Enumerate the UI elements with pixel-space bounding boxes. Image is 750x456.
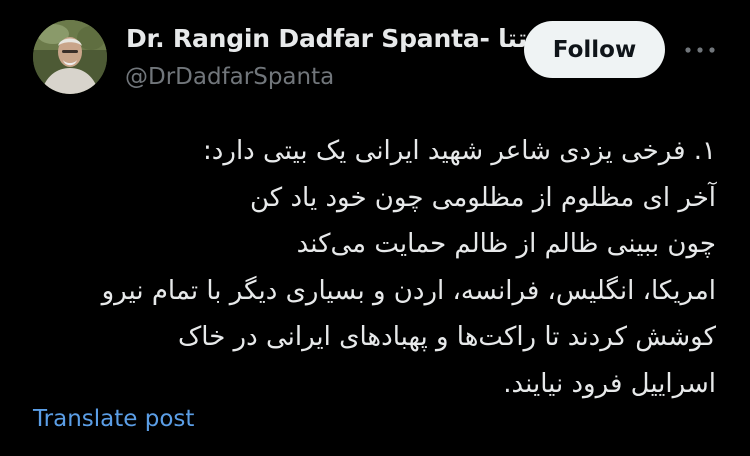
post-text-line: ۱. فرخی یزدی شاعر شهید ایرانی یک بیتی دا…: [203, 136, 716, 166]
follow-button[interactable]: Follow: [524, 21, 665, 78]
avatar[interactable]: [33, 20, 107, 94]
post-text: ۱. فرخی یزدی شاعر شهید ایرانی یک بیتی دا…: [26, 128, 716, 407]
author-display-name[interactable]: Dr. Rangin Dadfar Spanta- تتا: [126, 24, 527, 53]
post-text-line: کوشش کردند تا راکت‌ها و پهبادهای ایرانی …: [178, 322, 716, 352]
translate-post-link[interactable]: Translate post: [33, 406, 194, 432]
post-text-line: چون ببینی ظالم از ظالم حمایت می‌کند: [296, 229, 716, 259]
post-card: Dr. Rangin Dadfar Spanta- تتا @DrDadfarS…: [0, 0, 750, 456]
author-handle[interactable]: @DrDadfarSpanta: [125, 64, 334, 90]
more-horizontal-icon: [685, 47, 715, 53]
more-options-button[interactable]: [680, 30, 720, 70]
post-text-line: آخر ای مظلوم از مظلومی چون خود یاد کن: [250, 182, 716, 213]
post-text-line: امریکا، انگلیس، فرانسه، اردن و بسیاری دی…: [101, 275, 716, 306]
avatar-image: [33, 20, 107, 94]
post-text-line: اسراییل فرود نیایند.: [503, 368, 716, 399]
